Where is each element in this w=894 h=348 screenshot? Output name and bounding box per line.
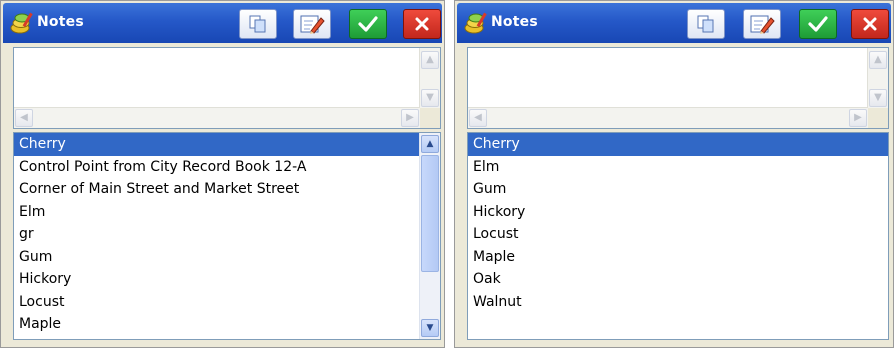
scroll-up-icon[interactable]: ▲	[421, 51, 439, 69]
close-icon	[863, 17, 877, 31]
scroll-up-icon[interactable]: ▲	[421, 135, 439, 153]
list-item[interactable]: Hickory	[14, 268, 440, 291]
list-item[interactable]: Locust	[14, 291, 440, 314]
notes-app-icon	[10, 12, 33, 34]
edit-note-button[interactable]	[293, 9, 331, 39]
window-title: Notes	[37, 14, 84, 30]
notes-window-left: Notes ▲ ▼ ◀ ▶ Cherry Control Point from …	[0, 0, 445, 348]
list-item[interactable]: Maple	[468, 246, 888, 269]
list-item[interactable]: Gum	[14, 246, 440, 269]
list-item[interactable]: Cherry	[468, 133, 888, 156]
ok-button[interactable]	[349, 9, 387, 39]
scroll-down-icon[interactable]: ▼	[869, 89, 887, 107]
copy-button[interactable]	[687, 9, 725, 39]
notes-list[interactable]: Cherry Elm Gum Hickory Locust Maple Oak …	[467, 132, 889, 340]
list-vertical-scrollbar[interactable]: ▲ ▼	[419, 133, 440, 339]
ok-button[interactable]	[799, 9, 837, 39]
list-item[interactable]: gr	[14, 223, 440, 246]
notes-window-right: Notes ▲ ▼ ◀ ▶ Cherry Elm Gum Hickory Loc…	[454, 0, 894, 348]
list-item[interactable]: Oak	[468, 268, 888, 291]
scroll-left-icon[interactable]: ◀	[469, 109, 487, 127]
list-item[interactable]: Gum	[468, 178, 888, 201]
note-text-area[interactable]: ▲ ▼ ◀ ▶	[467, 47, 889, 129]
scroll-down-icon[interactable]: ▼	[421, 89, 439, 107]
title-bar: Notes	[3, 3, 442, 43]
edit-note-icon	[750, 15, 775, 34]
list-item[interactable]: Maple	[14, 313, 440, 336]
note-vertical-scrollbar[interactable]: ▲ ▼	[867, 48, 888, 108]
edit-note-button[interactable]	[743, 9, 781, 39]
cancel-button[interactable]	[403, 9, 441, 39]
notes-app-icon	[464, 12, 487, 34]
list-item[interactable]: Hickory	[468, 201, 888, 224]
scroll-down-icon[interactable]: ▼	[421, 319, 439, 337]
note-vertical-scrollbar[interactable]: ▲ ▼	[419, 48, 440, 108]
list-item[interactable]: Corner of Main Street and Market Street	[14, 178, 440, 201]
note-text-area[interactable]: ▲ ▼ ◀ ▶	[13, 47, 441, 129]
scroll-corner	[868, 108, 888, 128]
scroll-right-icon[interactable]: ▶	[849, 109, 867, 127]
scroll-up-icon[interactable]: ▲	[869, 51, 887, 69]
scroll-left-icon[interactable]: ◀	[15, 109, 33, 127]
window-title: Notes	[491, 14, 538, 30]
checkmark-icon	[358, 16, 378, 32]
copy-icon	[697, 15, 714, 33]
list-item[interactable]: Elm	[14, 201, 440, 224]
scrollbar-thumb[interactable]	[421, 155, 439, 272]
list-item[interactable]: Elm	[468, 156, 888, 179]
copy-icon	[249, 15, 266, 33]
list-item[interactable]: Walnut	[468, 291, 888, 314]
scroll-right-icon[interactable]: ▶	[401, 109, 419, 127]
edit-note-icon	[300, 15, 325, 34]
notes-list[interactable]: Cherry Control Point from City Record Bo…	[13, 132, 441, 340]
cancel-button[interactable]	[851, 9, 889, 39]
note-horizontal-scrollbar[interactable]: ◀ ▶	[468, 107, 868, 128]
scroll-corner	[420, 108, 440, 128]
list-item[interactable]: Control Point from City Record Book 12-A	[14, 156, 440, 179]
title-bar: Notes	[457, 3, 891, 43]
close-icon	[415, 17, 429, 31]
list-item[interactable]: Cherry	[14, 133, 440, 156]
note-horizontal-scrollbar[interactable]: ◀ ▶	[14, 107, 420, 128]
list-item[interactable]: Locust	[468, 223, 888, 246]
copy-button[interactable]	[239, 9, 277, 39]
checkmark-icon	[808, 16, 828, 32]
